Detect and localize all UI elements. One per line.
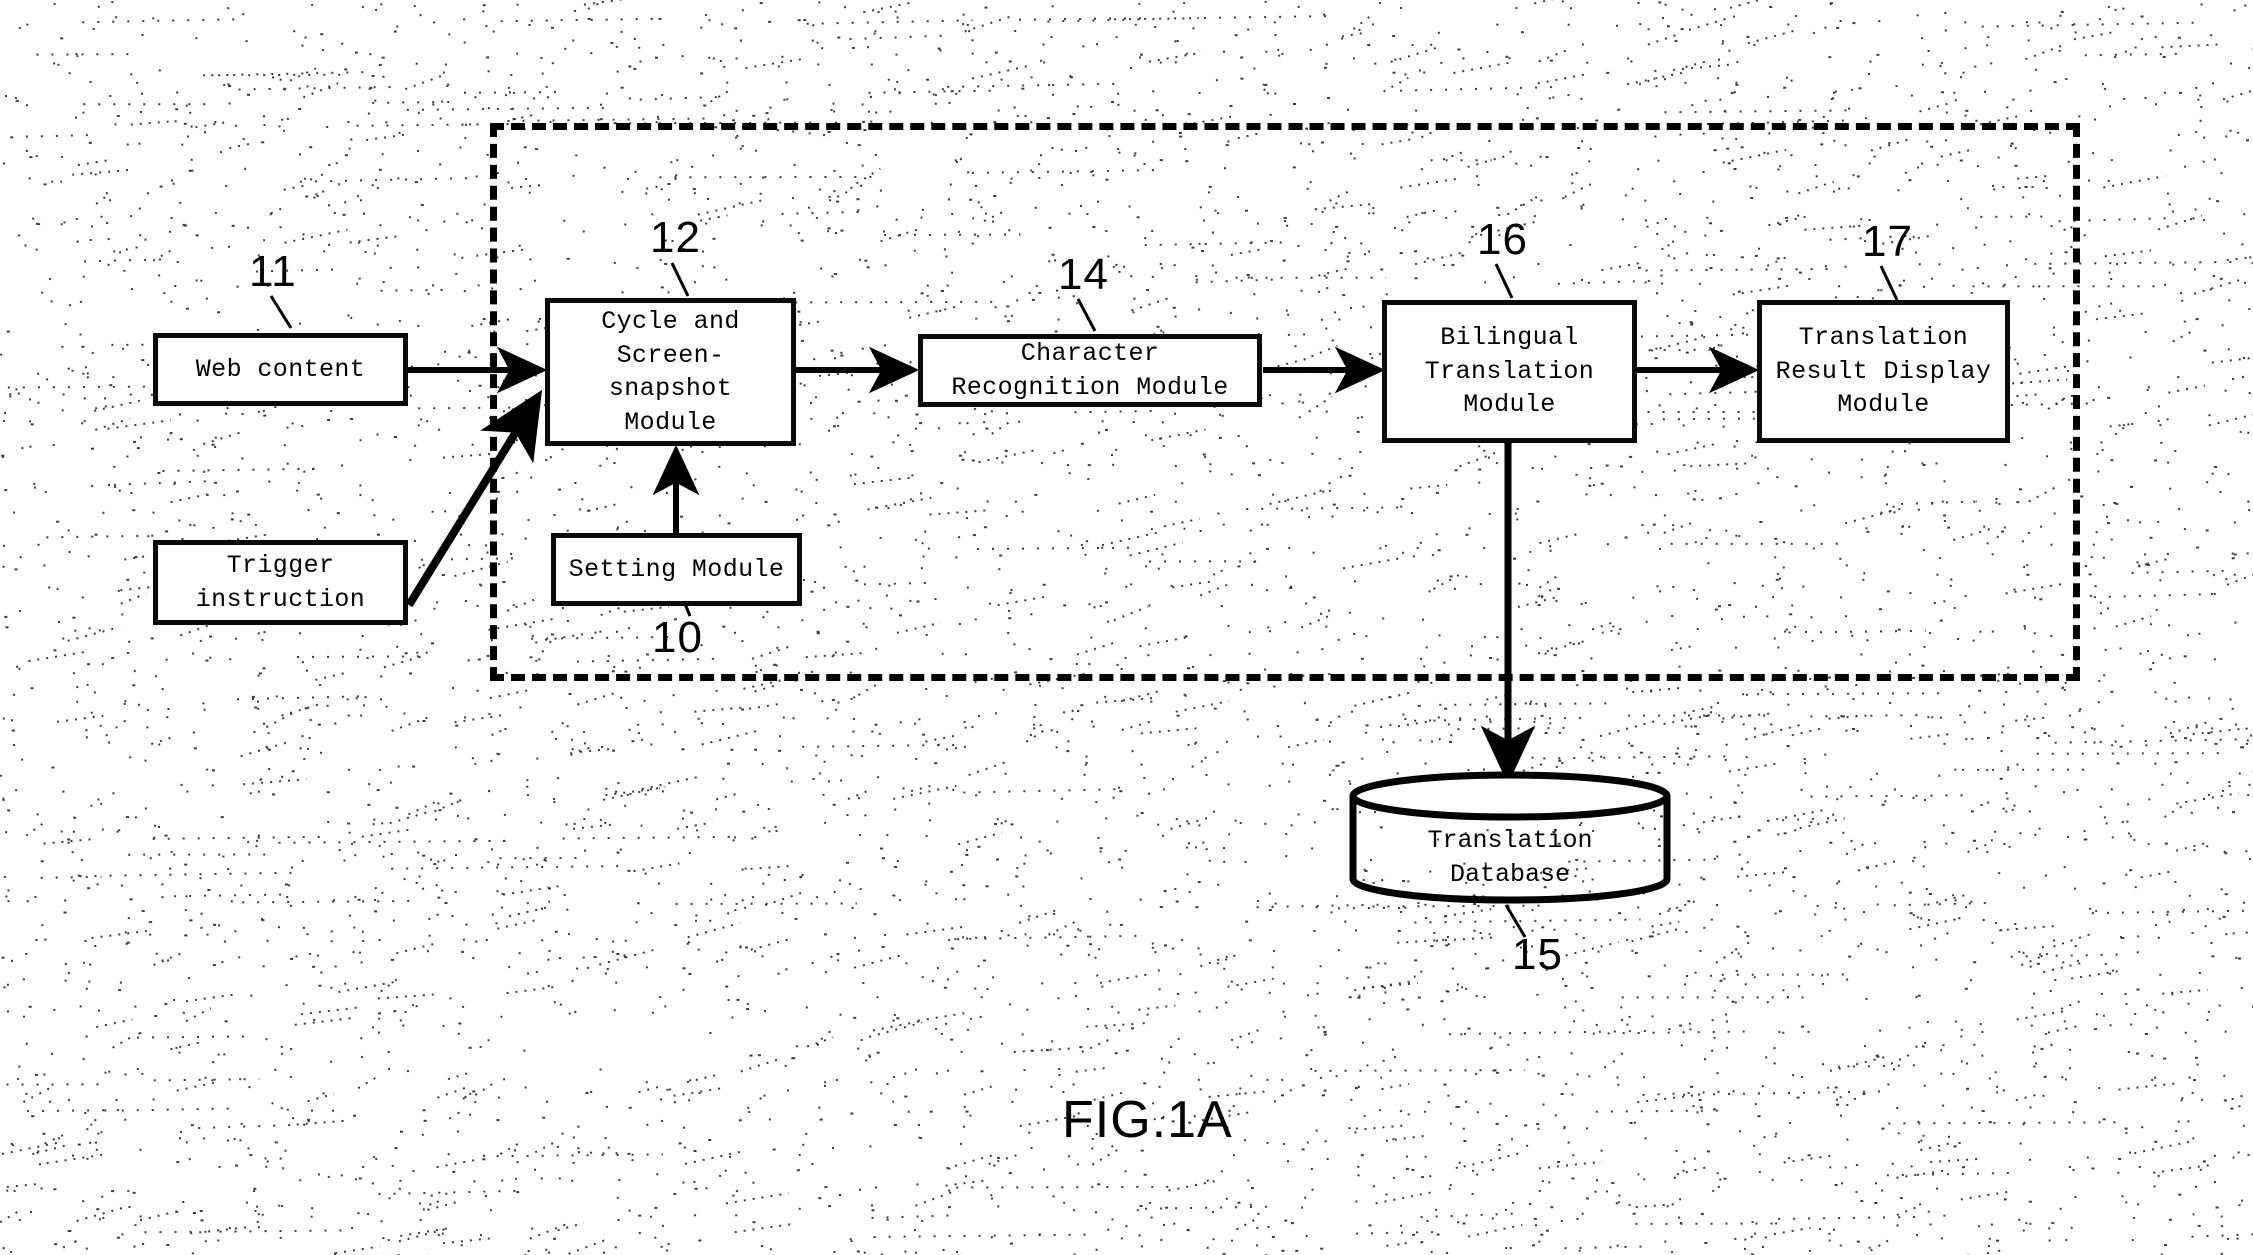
reference-numeral-11: 11	[249, 247, 297, 296]
node-translation-result-display-module-label: Translation Result Display Module	[1775, 323, 1992, 420]
figure-canvas: Web content 11 Trigger instruction Cycle…	[0, 0, 2253, 1255]
node-web-content[interactable]: Web content	[153, 333, 408, 406]
node-character-recognition-module-label: Character Recognition Module	[951, 339, 1229, 402]
reference-numeral-12: 12	[650, 213, 701, 262]
node-character-recognition-module[interactable]: Character Recognition Module	[918, 334, 1262, 407]
reference-numeral-15: 15	[1512, 930, 1563, 979]
node-web-content-label: Web content	[195, 354, 366, 384]
node-bilingual-translation-module-label: Bilingual Translation Module	[1424, 323, 1595, 420]
reference-numeral-17: 17	[1862, 217, 1913, 266]
node-cycle-screen-snapshot-module[interactable]: Cycle and Screen-snapshot Module	[545, 298, 796, 446]
reference-numeral-14: 14	[1058, 250, 1109, 299]
database-cylinder-icon	[1349, 771, 1671, 904]
node-bilingual-translation-module[interactable]: Bilingual Translation Module	[1382, 300, 1637, 443]
node-trigger-instruction[interactable]: Trigger instruction	[153, 540, 408, 625]
reference-numeral-16: 16	[1477, 215, 1528, 264]
figure-caption: FIG.1A	[1062, 1091, 1233, 1149]
node-cycle-screen-snapshot-module-label: Cycle and Screen-snapshot Module	[601, 307, 740, 437]
reference-numeral-10: 10	[652, 613, 703, 662]
node-translation-result-display-module[interactable]: Translation Result Display Module	[1757, 300, 2010, 443]
node-setting-module-label: Setting Module	[568, 554, 785, 584]
node-trigger-instruction-label: Trigger instruction	[195, 551, 366, 614]
node-setting-module[interactable]: Setting Module	[551, 533, 802, 606]
leader-line-11	[269, 295, 293, 329]
node-translation-database[interactable]: Translation Database	[1348, 770, 1672, 905]
